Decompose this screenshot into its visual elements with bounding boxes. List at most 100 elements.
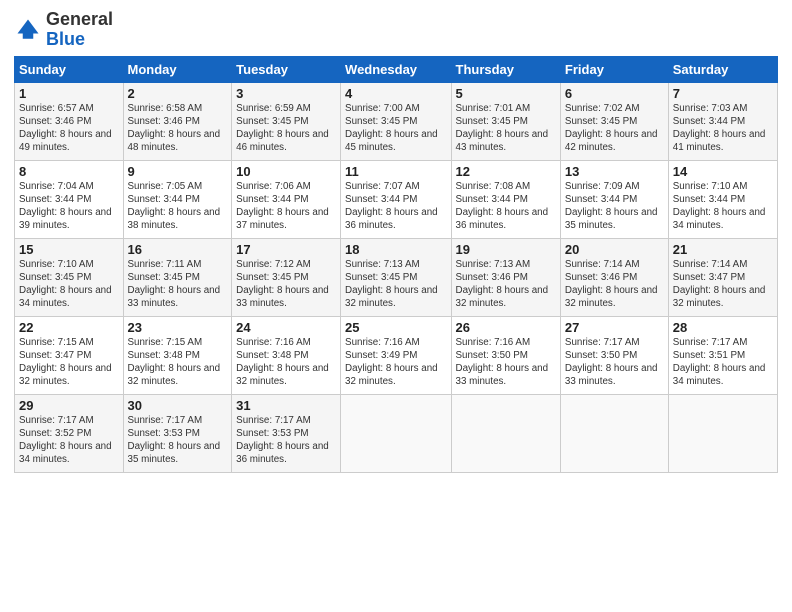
day-number: 11 [345, 164, 446, 179]
day-detail: Sunrise: 7:14 AMSunset: 3:46 PMDaylight:… [565, 259, 658, 310]
day-detail: Sunrise: 7:12 AMSunset: 3:45 PMDaylight:… [236, 259, 329, 310]
day-cell: 29 Sunrise: 7:17 AMSunset: 3:52 PMDaylig… [15, 394, 124, 472]
col-header-tuesday: Tuesday [232, 56, 341, 82]
calendar-table: SundayMondayTuesdayWednesdayThursdayFrid… [14, 56, 778, 473]
day-number: 12 [456, 164, 556, 179]
day-cell: 17 Sunrise: 7:12 AMSunset: 3:45 PMDaylig… [232, 238, 341, 316]
col-header-saturday: Saturday [668, 56, 777, 82]
day-cell [341, 394, 451, 472]
day-cell: 14 Sunrise: 7:10 AMSunset: 3:44 PMDaylig… [668, 160, 777, 238]
col-header-monday: Monday [123, 56, 232, 82]
page-container: General Blue SundayMondayTuesdayWednesda… [0, 0, 792, 481]
day-number: 16 [128, 242, 228, 257]
day-number: 10 [236, 164, 336, 179]
day-detail: Sunrise: 7:05 AMSunset: 3:44 PMDaylight:… [128, 181, 221, 232]
day-number: 3 [236, 86, 336, 101]
day-detail: Sunrise: 7:13 AMSunset: 3:46 PMDaylight:… [456, 259, 549, 310]
day-cell: 6 Sunrise: 7:02 AMSunset: 3:45 PMDayligh… [560, 82, 668, 160]
day-number: 5 [456, 86, 556, 101]
day-detail: Sunrise: 7:15 AMSunset: 3:47 PMDaylight:… [19, 337, 112, 388]
day-cell: 8 Sunrise: 7:04 AMSunset: 3:44 PMDayligh… [15, 160, 124, 238]
week-row-5: 29 Sunrise: 7:17 AMSunset: 3:52 PMDaylig… [15, 394, 778, 472]
day-cell: 26 Sunrise: 7:16 AMSunset: 3:50 PMDaylig… [451, 316, 560, 394]
day-number: 29 [19, 398, 119, 413]
day-number: 27 [565, 320, 664, 335]
day-cell: 28 Sunrise: 7:17 AMSunset: 3:51 PMDaylig… [668, 316, 777, 394]
day-detail: Sunrise: 7:06 AMSunset: 3:44 PMDaylight:… [236, 181, 329, 232]
day-number: 1 [19, 86, 119, 101]
day-detail: Sunrise: 6:59 AMSunset: 3:45 PMDaylight:… [236, 103, 329, 154]
day-number: 20 [565, 242, 664, 257]
day-detail: Sunrise: 7:10 AMSunset: 3:45 PMDaylight:… [19, 259, 112, 310]
day-cell: 9 Sunrise: 7:05 AMSunset: 3:44 PMDayligh… [123, 160, 232, 238]
day-cell [451, 394, 560, 472]
header: General Blue [14, 10, 778, 50]
day-cell [560, 394, 668, 472]
day-number: 30 [128, 398, 228, 413]
day-cell: 5 Sunrise: 7:01 AMSunset: 3:45 PMDayligh… [451, 82, 560, 160]
day-detail: Sunrise: 7:16 AMSunset: 3:49 PMDaylight:… [345, 337, 438, 388]
day-cell: 20 Sunrise: 7:14 AMSunset: 3:46 PMDaylig… [560, 238, 668, 316]
day-number: 13 [565, 164, 664, 179]
day-detail: Sunrise: 7:01 AMSunset: 3:45 PMDaylight:… [456, 103, 549, 154]
day-cell: 3 Sunrise: 6:59 AMSunset: 3:45 PMDayligh… [232, 82, 341, 160]
day-detail: Sunrise: 7:10 AMSunset: 3:44 PMDaylight:… [673, 181, 766, 232]
day-number: 31 [236, 398, 336, 413]
week-row-2: 8 Sunrise: 7:04 AMSunset: 3:44 PMDayligh… [15, 160, 778, 238]
day-cell: 19 Sunrise: 7:13 AMSunset: 3:46 PMDaylig… [451, 238, 560, 316]
day-cell: 21 Sunrise: 7:14 AMSunset: 3:47 PMDaylig… [668, 238, 777, 316]
day-number: 6 [565, 86, 664, 101]
day-number: 14 [673, 164, 773, 179]
logo-icon [14, 16, 42, 44]
day-cell: 2 Sunrise: 6:58 AMSunset: 3:46 PMDayligh… [123, 82, 232, 160]
day-detail: Sunrise: 7:16 AMSunset: 3:48 PMDaylight:… [236, 337, 329, 388]
day-detail: Sunrise: 7:13 AMSunset: 3:45 PMDaylight:… [345, 259, 438, 310]
day-cell: 12 Sunrise: 7:08 AMSunset: 3:44 PMDaylig… [451, 160, 560, 238]
day-detail: Sunrise: 7:17 AMSunset: 3:53 PMDaylight:… [236, 415, 329, 466]
day-detail: Sunrise: 7:17 AMSunset: 3:52 PMDaylight:… [19, 415, 112, 466]
day-detail: Sunrise: 7:03 AMSunset: 3:44 PMDaylight:… [673, 103, 766, 154]
day-cell: 24 Sunrise: 7:16 AMSunset: 3:48 PMDaylig… [232, 316, 341, 394]
day-detail: Sunrise: 6:58 AMSunset: 3:46 PMDaylight:… [128, 103, 221, 154]
day-detail: Sunrise: 6:57 AMSunset: 3:46 PMDaylight:… [19, 103, 112, 154]
day-number: 15 [19, 242, 119, 257]
col-header-thursday: Thursday [451, 56, 560, 82]
day-cell: 27 Sunrise: 7:17 AMSunset: 3:50 PMDaylig… [560, 316, 668, 394]
day-cell: 30 Sunrise: 7:17 AMSunset: 3:53 PMDaylig… [123, 394, 232, 472]
day-number: 2 [128, 86, 228, 101]
day-detail: Sunrise: 7:14 AMSunset: 3:47 PMDaylight:… [673, 259, 766, 310]
day-cell: 16 Sunrise: 7:11 AMSunset: 3:45 PMDaylig… [123, 238, 232, 316]
day-number: 28 [673, 320, 773, 335]
day-cell: 1 Sunrise: 6:57 AMSunset: 3:46 PMDayligh… [15, 82, 124, 160]
col-header-friday: Friday [560, 56, 668, 82]
day-number: 4 [345, 86, 446, 101]
day-number: 23 [128, 320, 228, 335]
week-row-1: 1 Sunrise: 6:57 AMSunset: 3:46 PMDayligh… [15, 82, 778, 160]
day-detail: Sunrise: 7:11 AMSunset: 3:45 PMDaylight:… [128, 259, 221, 310]
day-cell: 7 Sunrise: 7:03 AMSunset: 3:44 PMDayligh… [668, 82, 777, 160]
day-cell: 11 Sunrise: 7:07 AMSunset: 3:44 PMDaylig… [341, 160, 451, 238]
day-detail: Sunrise: 7:02 AMSunset: 3:45 PMDaylight:… [565, 103, 658, 154]
day-detail: Sunrise: 7:17 AMSunset: 3:51 PMDaylight:… [673, 337, 766, 388]
week-row-4: 22 Sunrise: 7:15 AMSunset: 3:47 PMDaylig… [15, 316, 778, 394]
day-detail: Sunrise: 7:00 AMSunset: 3:45 PMDaylight:… [345, 103, 438, 154]
day-number: 19 [456, 242, 556, 257]
day-number: 22 [19, 320, 119, 335]
day-number: 17 [236, 242, 336, 257]
day-number: 25 [345, 320, 446, 335]
day-number: 24 [236, 320, 336, 335]
day-number: 8 [19, 164, 119, 179]
day-detail: Sunrise: 7:08 AMSunset: 3:44 PMDaylight:… [456, 181, 549, 232]
day-detail: Sunrise: 7:04 AMSunset: 3:44 PMDaylight:… [19, 181, 112, 232]
day-cell: 10 Sunrise: 7:06 AMSunset: 3:44 PMDaylig… [232, 160, 341, 238]
day-cell: 31 Sunrise: 7:17 AMSunset: 3:53 PMDaylig… [232, 394, 341, 472]
day-detail: Sunrise: 7:07 AMSunset: 3:44 PMDaylight:… [345, 181, 438, 232]
day-detail: Sunrise: 7:16 AMSunset: 3:50 PMDaylight:… [456, 337, 549, 388]
col-header-wednesday: Wednesday [341, 56, 451, 82]
day-cell: 25 Sunrise: 7:16 AMSunset: 3:49 PMDaylig… [341, 316, 451, 394]
day-number: 26 [456, 320, 556, 335]
day-detail: Sunrise: 7:15 AMSunset: 3:48 PMDaylight:… [128, 337, 221, 388]
logo-general: General [46, 9, 113, 29]
day-number: 21 [673, 242, 773, 257]
logo-text: General Blue [46, 10, 113, 50]
